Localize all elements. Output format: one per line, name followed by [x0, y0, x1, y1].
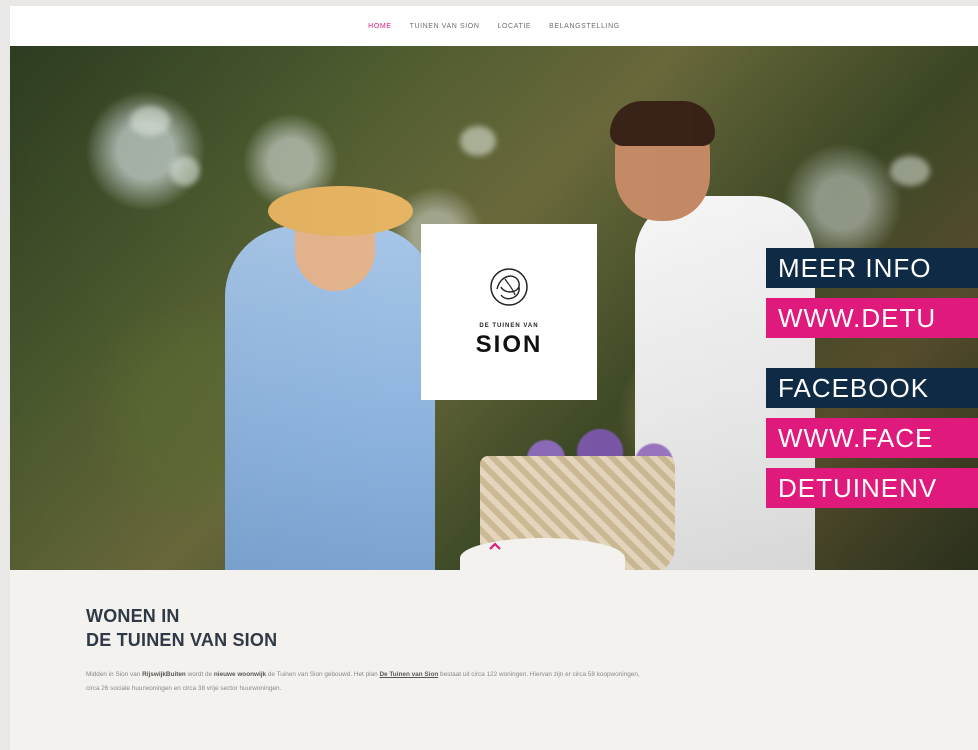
section-heading: WONEN IN DE TUINEN VAN SION — [86, 604, 646, 652]
chevron-up-icon-shape — [489, 542, 501, 550]
heading-line2: DE TUINEN VAN SION — [86, 630, 278, 650]
promo-meer-info: MEER INFO — [766, 248, 978, 288]
logo-line1: DE TUINEN VAN — [479, 323, 539, 329]
nav-home[interactable]: HOME — [368, 23, 391, 30]
para-text: wordt de — [185, 671, 214, 678]
promo-facebook-handle[interactable]: DETUINENV — [766, 468, 978, 508]
intro-section: WONEN IN DE TUINEN VAN SION Midden in Si… — [86, 604, 646, 696]
logo-line2: SION — [475, 331, 543, 358]
top-navigation: HOME TUINEN VAN SION LOCATIE BELANGSTELL… — [10, 6, 978, 46]
promo-website[interactable]: WWW.DETU — [766, 298, 978, 338]
para-text: Midden in Sion van — [86, 671, 143, 678]
promo-overlay: MEER INFO WWW.DETU FACEBOOK WWW.FACE DET… — [766, 248, 978, 513]
heading-line1: WONEN IN — [86, 606, 180, 626]
nav-tuinen-van-sion[interactable]: TUINEN VAN SION — [410, 23, 480, 30]
para-link[interactable]: De Tuinen van Sion — [379, 671, 438, 678]
promo-facebook-url[interactable]: WWW.FACE — [766, 418, 978, 458]
sion-logo-card[interactable]: DE TUINEN VAN SION — [421, 224, 597, 400]
promo-facebook-label: FACEBOOK — [766, 368, 978, 408]
chevron-up-icon[interactable] — [488, 541, 502, 553]
sion-emblem-icon — [490, 268, 528, 306]
para-bold: nieuwe woonwijk — [213, 671, 267, 678]
nav-locatie[interactable]: LOCATIE — [498, 23, 532, 30]
para-bold: RijswijkBuiten — [142, 671, 186, 678]
para-text: de Tuinen van Sion gebouwd. Het plan — [266, 671, 380, 678]
intro-paragraph: Midden in Sion van RijswijkBuiten wordt … — [86, 668, 646, 696]
section-wave — [460, 538, 625, 578]
nav-belangstelling[interactable]: BELANGSTELLING — [549, 23, 620, 30]
